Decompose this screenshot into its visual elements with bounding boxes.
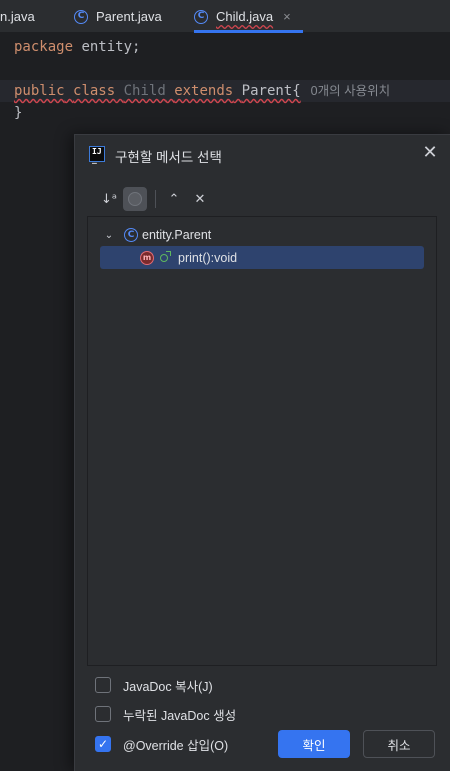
keyword-package: package xyxy=(14,39,74,55)
show-classes-toggle-icon[interactable] xyxy=(123,187,147,211)
closing-brace: } xyxy=(14,105,23,121)
tab-label: n.java xyxy=(0,9,35,24)
tab-child-java[interactable]: C Child.java × xyxy=(194,0,303,33)
dialog-toolbar: ↓ᵃ ⌃ ✕ xyxy=(97,187,214,211)
option-label: JavaDoc 복사(J) xyxy=(123,679,213,694)
class-icon: C xyxy=(124,228,138,242)
code-line-3: public class Child extends Parent{ 0개의 사용… xyxy=(0,80,450,102)
tab-label: Parent.java xyxy=(96,9,162,24)
keyword-class: class xyxy=(73,83,116,99)
ide-window: n.java C Parent.java C Child.java × pack… xyxy=(0,0,450,771)
tree-node-label: print():void xyxy=(178,250,238,265)
collapse-all-icon[interactable]: ✕ xyxy=(188,187,212,211)
public-visibility-icon xyxy=(160,250,171,262)
cancel-button[interactable]: 취소 xyxy=(363,730,435,758)
close-tab-icon[interactable]: × xyxy=(283,9,291,24)
editor-tab-bar: n.java C Parent.java C Child.java × xyxy=(0,0,450,33)
toolbar-separator xyxy=(155,190,156,208)
option-insert-override[interactable]: ✓ @Override 삽입(O) xyxy=(95,734,228,754)
usages-hint[interactable]: 0개의 사용위치 xyxy=(311,84,390,98)
checkbox[interactable] xyxy=(95,677,111,693)
class-name: Child xyxy=(123,83,166,99)
code-line-4: } xyxy=(14,102,22,124)
keyword-public: public xyxy=(14,83,65,99)
tab-parent-java[interactable]: C Parent.java xyxy=(74,0,162,33)
dialog-title: 구현할 메서드 선택 xyxy=(115,150,222,165)
chevron-down-icon[interactable]: ⌄ xyxy=(102,230,116,241)
parent-class-name: Parent{ xyxy=(241,83,301,99)
sort-alpha-icon[interactable]: ↓ᵃ xyxy=(97,187,121,211)
keyword-extends: extends xyxy=(174,83,234,99)
option-copy-javadoc[interactable]: JavaDoc 복사(J) xyxy=(95,675,213,695)
code-line-1: package entity; xyxy=(14,36,140,58)
intellij-app-icon: IJ _ xyxy=(89,146,105,164)
method-icon: m xyxy=(140,250,154,265)
option-label: 누락된 JavaDoc 생성 xyxy=(123,708,237,723)
tab-label: Child.java xyxy=(216,9,274,24)
tree-node-print-method[interactable]: m print():void xyxy=(100,246,424,269)
tree-node-label: entity.Parent xyxy=(142,228,212,242)
option-label: @Override 삽입(O) xyxy=(123,738,229,753)
method-tree[interactable]: ⌄ C entity.Parent m print():void xyxy=(87,216,437,666)
class-icon: C xyxy=(74,9,88,24)
tree-node-entity-parent[interactable]: ⌄ C entity.Parent xyxy=(88,224,436,246)
package-name: entity; xyxy=(73,39,141,55)
tab-n-java[interactable]: n.java xyxy=(0,0,35,33)
checkbox[interactable] xyxy=(95,706,111,722)
class-icon: C xyxy=(194,9,208,24)
ok-button[interactable]: 확인 xyxy=(278,730,350,758)
close-icon[interactable]: ✕ xyxy=(420,143,440,163)
checkbox-checked[interactable]: ✓ xyxy=(95,736,111,752)
implement-methods-dialog: IJ _ 구현할 메서드 선택 ✕ ↓ᵃ ⌃ ✕ ⌄ C entity.Paren… xyxy=(74,134,450,771)
expand-all-icon[interactable]: ⌃ xyxy=(162,187,186,211)
option-generate-javadoc[interactable]: 누락된 JavaDoc 생성 xyxy=(95,704,236,724)
